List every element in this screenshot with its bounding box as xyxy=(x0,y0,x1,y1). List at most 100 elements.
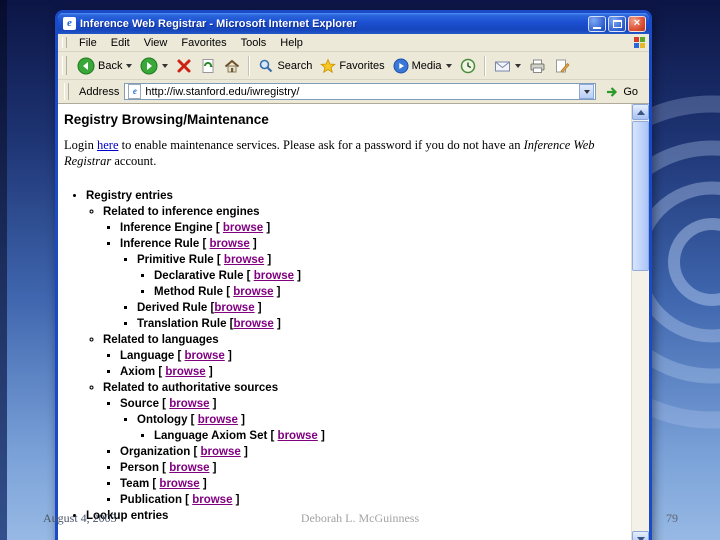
list-item: Person [ browse ] xyxy=(120,460,629,476)
close-button[interactable]: × xyxy=(628,15,646,32)
menu-help[interactable]: Help xyxy=(273,36,310,50)
item-label: Related to languages xyxy=(103,333,219,346)
address-dropdown-button[interactable] xyxy=(579,84,595,99)
list-item: Related to inference engines Inference En… xyxy=(103,204,629,332)
browse-link[interactable]: browse xyxy=(278,430,318,442)
window-titlebar[interactable]: e Inference Web Registrar - Microsoft In… xyxy=(58,13,649,34)
forward-icon xyxy=(140,57,158,74)
menu-edit[interactable]: Edit xyxy=(104,36,137,50)
browse-link[interactable]: browse xyxy=(198,414,238,426)
item-label: Publication [ xyxy=(120,493,193,506)
item-label-after: ] xyxy=(232,493,240,506)
slide-page-number: 79 xyxy=(666,511,678,525)
menu-view[interactable]: View xyxy=(137,36,175,50)
list-item: Team [ browse ] xyxy=(120,476,629,492)
favorites-button[interactable]: Favorites xyxy=(317,56,387,76)
item-label-after: ] xyxy=(264,253,272,266)
slide-footer-author: Deborah L. McGuinness xyxy=(300,511,420,525)
menu-tools[interactable]: Tools xyxy=(234,36,274,50)
item-label: Derived Rule [ xyxy=(137,301,215,314)
item-label-after: ] xyxy=(237,413,245,426)
browse-link[interactable]: browse xyxy=(234,318,274,330)
window-title: Inference Web Registrar - Microsoft Inte… xyxy=(80,17,357,30)
item-label-after: ] xyxy=(209,397,217,410)
minimize-button[interactable] xyxy=(588,15,606,32)
media-button[interactable]: Media xyxy=(390,56,455,76)
back-dropdown-icon xyxy=(126,63,133,68)
print-button[interactable] xyxy=(526,56,549,76)
back-button[interactable]: Back xyxy=(74,55,135,77)
refresh-button[interactable] xyxy=(197,56,219,76)
list-item: Axiom [ browse ] xyxy=(120,364,629,380)
browse-link[interactable]: browse xyxy=(185,350,225,362)
search-icon xyxy=(260,59,273,72)
item-label: Registry entries xyxy=(86,189,173,202)
browse-link[interactable]: browse xyxy=(233,286,273,298)
item-label: Related to inference engines xyxy=(103,205,260,218)
mail-button[interactable] xyxy=(491,56,524,76)
login-here-link[interactable]: here xyxy=(97,138,119,152)
list-item: Related to authoritative sources Source [… xyxy=(103,380,629,508)
menubar-grip[interactable] xyxy=(62,36,67,49)
item-label-after: ] xyxy=(249,237,257,250)
list-item: Source [ browse ]Ontology [ browse ]Lang… xyxy=(120,396,629,444)
stop-button[interactable] xyxy=(173,56,195,76)
item-label: Person [ xyxy=(120,461,170,474)
item-label: Axiom [ xyxy=(120,365,166,378)
scroll-down-button[interactable] xyxy=(632,531,649,540)
menu-file[interactable]: File xyxy=(72,36,104,50)
item-label: Ontology [ xyxy=(137,413,198,426)
list-item: Declarative Rule [ browse ] xyxy=(154,268,629,284)
forward-button[interactable] xyxy=(137,55,171,77)
item-label-after: ] xyxy=(293,269,302,282)
item-label: Language [ xyxy=(120,349,185,362)
home-button[interactable] xyxy=(221,56,243,76)
menu-favorites[interactable]: Favorites xyxy=(174,36,233,50)
down-arrow-icon xyxy=(636,536,645,540)
addressbar-grip[interactable] xyxy=(64,83,69,100)
print-icon xyxy=(530,59,545,73)
item-label: Team [ xyxy=(120,477,160,490)
address-bar: Address e http://iw.stanford.edu/iwregis… xyxy=(58,80,649,104)
history-button[interactable] xyxy=(457,56,479,76)
item-label: Primitive Rule [ xyxy=(137,253,224,266)
toolbar-grip[interactable] xyxy=(62,56,67,75)
scroll-up-button[interactable] xyxy=(632,104,649,120)
browse-link[interactable]: browse xyxy=(159,478,199,490)
standard-buttons-toolbar: Back Search Favorites Media xyxy=(58,52,649,80)
windows-logo-icon xyxy=(634,37,645,48)
item-label-after: ] xyxy=(254,301,262,314)
edit-button[interactable] xyxy=(551,56,573,76)
browse-link[interactable]: browse xyxy=(209,238,249,250)
list-item: Ontology [ browse ]Language Axiom Set [ … xyxy=(137,412,629,444)
browse-link[interactable]: browse xyxy=(165,366,205,378)
up-arrow-icon xyxy=(636,109,645,115)
media-icon xyxy=(393,58,409,73)
browse-link[interactable]: browse xyxy=(201,446,241,458)
scrollbar-thumb[interactable] xyxy=(632,121,649,271)
browse-link[interactable]: browse xyxy=(224,254,264,266)
address-input[interactable]: e http://iw.stanford.edu/iwregistry/ xyxy=(124,83,597,100)
browse-link[interactable]: browse xyxy=(169,398,209,410)
item-label-after: ] xyxy=(263,221,271,234)
item-label-after: ] xyxy=(199,477,207,490)
history-clock-icon xyxy=(460,58,475,73)
mail-envelope-icon xyxy=(494,61,510,71)
go-button[interactable]: Go xyxy=(601,84,643,100)
browse-link[interactable]: browse xyxy=(169,462,209,474)
browse-link[interactable]: browse xyxy=(254,270,294,282)
item-label-after: ] xyxy=(317,429,325,442)
item-label: Inference Engine [ xyxy=(120,221,223,234)
browse-link[interactable]: browse xyxy=(192,494,232,506)
item-label: Translation Rule [ xyxy=(137,317,234,330)
search-button[interactable]: Search xyxy=(255,56,315,76)
browse-link[interactable]: browse xyxy=(214,302,254,314)
toolbar-separator xyxy=(483,55,486,76)
reports-heading: Reports xyxy=(64,537,629,540)
vertical-scrollbar[interactable] xyxy=(631,104,649,540)
media-label: Media xyxy=(411,59,442,72)
list-item: Derived Rule [browse ] xyxy=(137,300,629,316)
browse-link[interactable]: browse xyxy=(223,222,263,234)
restore-button[interactable] xyxy=(608,15,626,32)
stop-icon xyxy=(177,59,191,72)
